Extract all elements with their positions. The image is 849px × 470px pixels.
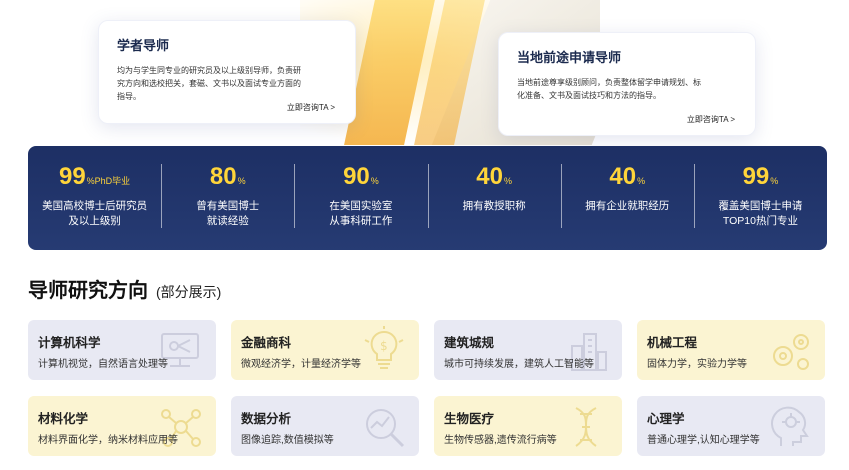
- stat-value: 99: [742, 163, 770, 190]
- mentor-description: 当地前途尊享级别顾问，负责整体留学申请规划、标 化准备、文书及面试技巧和方法的指…: [517, 78, 701, 100]
- stat-label: 曾有美国博士 就读经验: [196, 200, 260, 227]
- field-card-finance[interactable]: $ 金融商科 微观经济学，计量经济学等: [231, 320, 419, 380]
- stat-label: 拥有教授职称: [462, 200, 526, 212]
- field-name: 材料化学: [38, 412, 89, 426]
- stat-unit: %: [370, 176, 379, 186]
- stat-unit: %PhD毕业: [86, 176, 131, 186]
- field-card-psychology[interactable]: 心理学 普通心理学,认知心理学等: [637, 396, 825, 456]
- mentor-description: 均为与学生同专业的研究员及以上级别导师，负责研 究方向和选校把关，套磁、文书以及…: [117, 66, 301, 101]
- field-card-mechanical[interactable]: 机械工程 固体力学，实验力学等: [637, 320, 825, 380]
- section-title: 导师研究方向 (部分展示): [28, 274, 221, 303]
- mentor-card-scholar: 学者导师 均为与学生同专业的研究员及以上级别导师，负责研 究方向和选校把关，套磁…: [98, 20, 356, 124]
- field-card-biomedical[interactable]: 生物医疗 生物传感器,遗传流行病等: [434, 396, 622, 456]
- field-name: 计算机科学: [38, 336, 101, 350]
- section-title-main: 导师研究方向: [28, 280, 148, 302]
- field-desc: 材料界面化学，纳米材料应用等: [38, 435, 178, 446]
- stat-unit: %: [237, 176, 246, 186]
- field-name: 心理学: [647, 412, 685, 426]
- consult-link[interactable]: 立即咨询TA >: [287, 102, 335, 113]
- field-card-data-analysis[interactable]: 数据分析 图像追踪,数值模拟等: [231, 396, 419, 456]
- field-card-materials[interactable]: 材料化学 材料界面化学，纳米材料应用等: [28, 396, 216, 456]
- stats-band: 99%PhD毕业 美国高校博士后研究员 及以上级别 80% 曾有美国博士 就读经验 …: [28, 146, 827, 250]
- stat-item: 99%PhD毕业 美国高校博士后研究员 及以上级别: [28, 146, 161, 250]
- field-desc: 普通心理学,认知心理学等: [647, 435, 760, 446]
- section-title-sub: (部分展示): [156, 284, 222, 300]
- stat-item: 99% 覆盖美国博士申请 TOP10热门专业: [693, 146, 827, 250]
- stat-value: 99: [58, 163, 86, 190]
- stat-unit: %: [503, 176, 512, 186]
- mentor-card-local: 当地前途申请导师 当地前途尊享级别顾问，负责整体留学申请规划、标 化准备、文书及…: [498, 32, 756, 136]
- field-name: 金融商科: [241, 336, 292, 350]
- consult-link[interactable]: 立即咨询TA >: [687, 114, 735, 125]
- stat-value: 40: [609, 163, 637, 190]
- field-desc: 生物传感器,遗传流行病等: [444, 435, 557, 446]
- stat-item: 90% 在美国实验室 从事科研工作: [294, 146, 427, 250]
- research-field-grid: 计算机科学 计算机视觉，自然语言处理等 $ 金融商科 微观经济学，计量经济学等 …: [28, 320, 827, 456]
- field-name: 生物医疗: [444, 412, 495, 426]
- stat-value: 80: [209, 163, 237, 190]
- stat-item: 40% 拥有教授职称: [427, 146, 561, 250]
- stat-label: 覆盖美国博士申请 TOP10热门专业: [718, 200, 803, 227]
- stat-unit: %: [637, 176, 646, 186]
- mentor-title: 学者导师: [117, 38, 170, 53]
- stat-value: 90: [343, 163, 370, 190]
- stat-label: 在美国实验室 从事科研工作: [329, 200, 393, 227]
- stat-item: 40% 拥有企业就职经历: [560, 146, 694, 250]
- mentor-title: 当地前途申请导师: [517, 50, 622, 65]
- field-desc: 图像追踪,数值模拟等: [241, 435, 334, 446]
- field-desc: 城市可持续发展，建筑人工智能等: [444, 359, 594, 370]
- field-desc: 固体力学，实验力学等: [647, 359, 747, 370]
- field-card-architecture[interactable]: 建筑城规 城市可持续发展，建筑人工智能等: [434, 320, 622, 380]
- stat-unit: %: [770, 176, 779, 186]
- stat-label: 拥有企业就职经历: [585, 200, 670, 212]
- stat-value: 40: [476, 163, 503, 190]
- field-name: 机械工程: [647, 336, 698, 350]
- field-desc: 微观经济学，计量经济学等: [241, 359, 361, 370]
- stat-label: 美国高校博士后研究员 及以上级别: [42, 200, 148, 227]
- field-name: 建筑城规: [444, 336, 495, 350]
- field-desc: 计算机视觉，自然语言处理等: [38, 359, 168, 370]
- field-name: 数据分析: [241, 412, 292, 426]
- field-card-computer-science[interactable]: 计算机科学 计算机视觉，自然语言处理等: [28, 320, 216, 380]
- stat-item: 80% 曾有美国博士 就读经验: [161, 146, 294, 250]
